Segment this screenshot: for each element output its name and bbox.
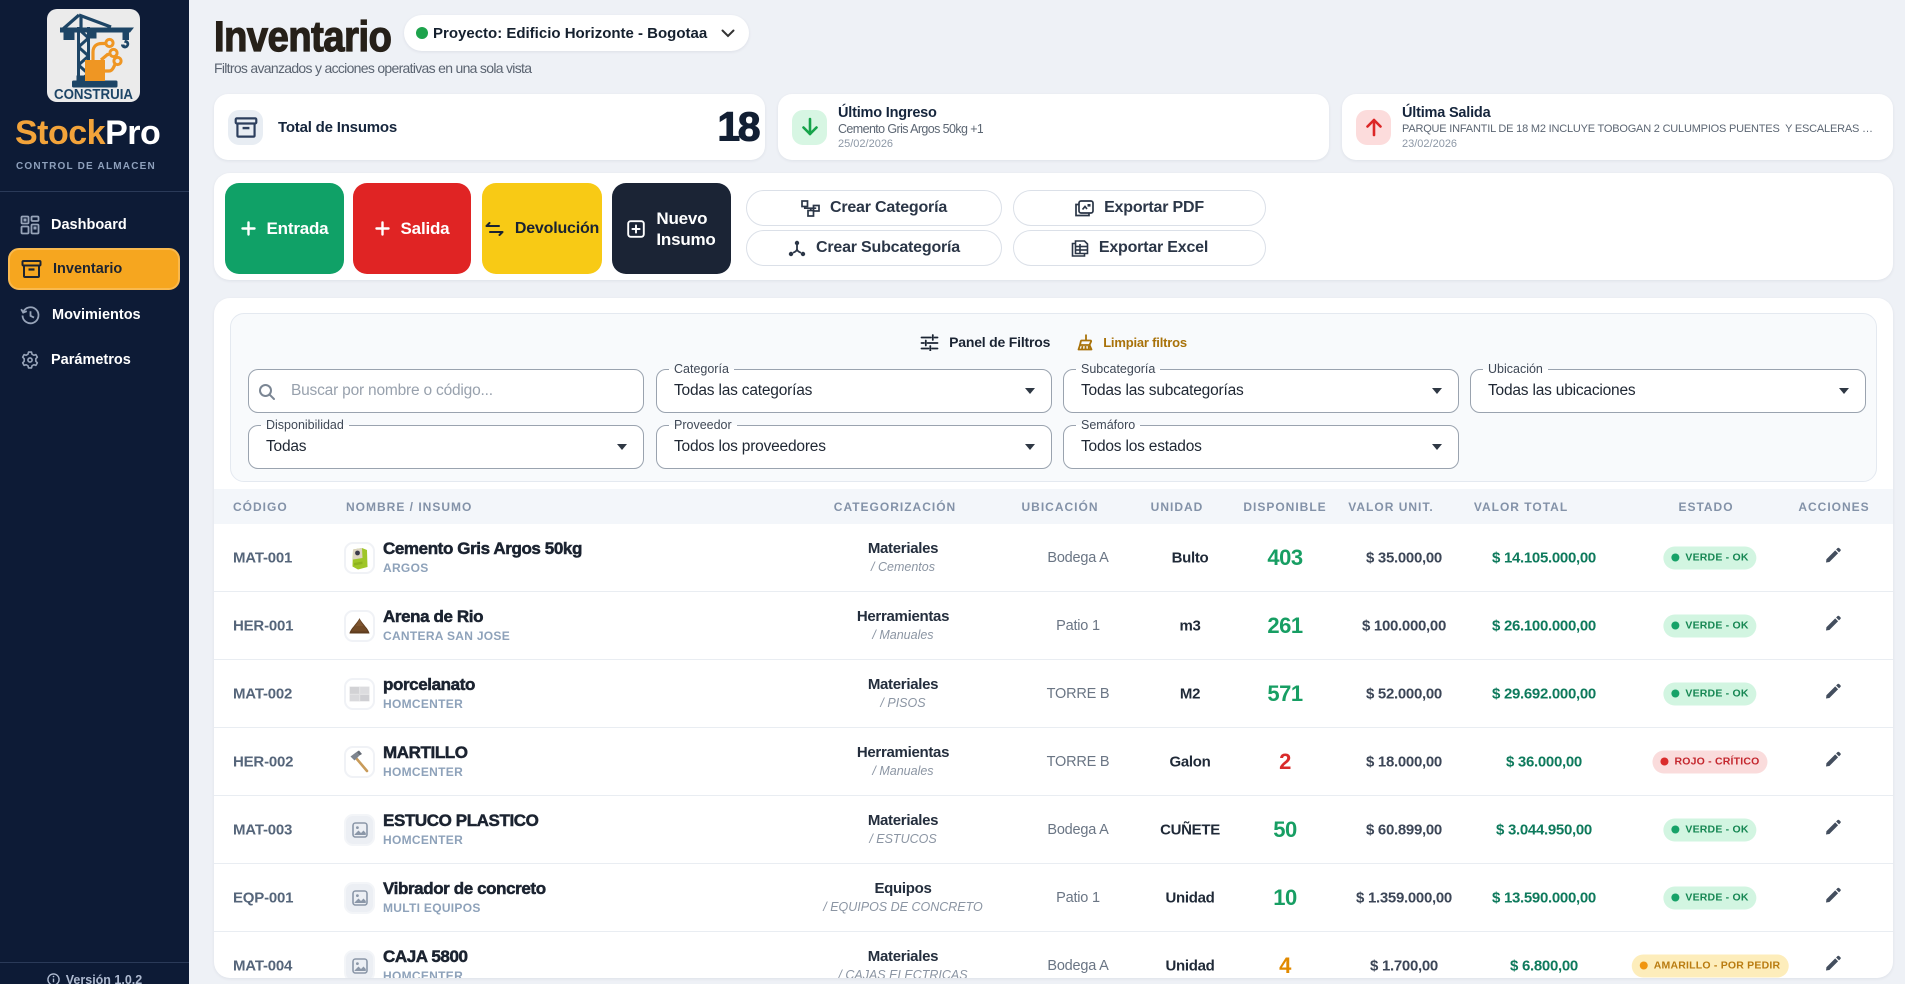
- svg-text:CONSTRUIA: CONSTRUIA: [54, 87, 133, 102]
